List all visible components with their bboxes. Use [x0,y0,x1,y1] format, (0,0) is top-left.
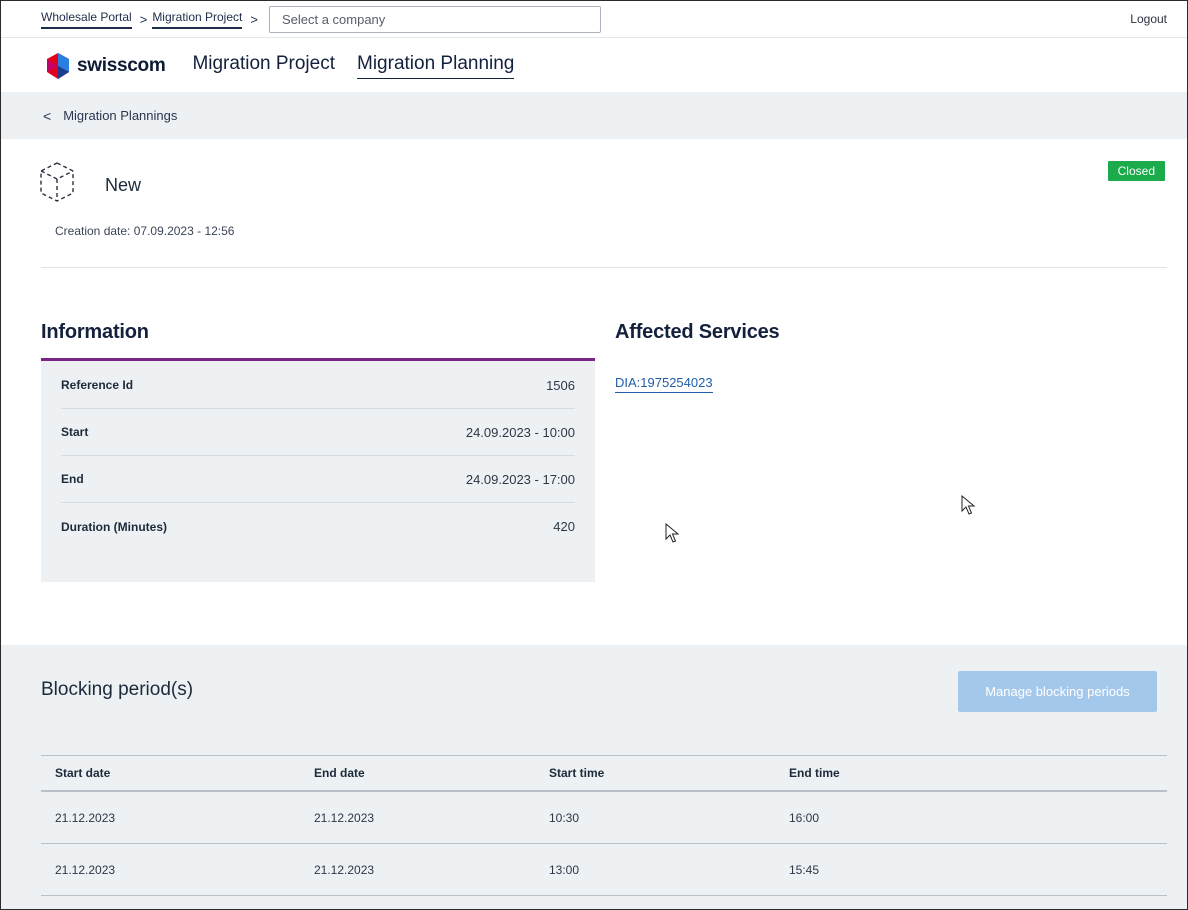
affected-service-link[interactable]: DIA:1975254023 [615,375,713,393]
information-heading: Information [41,321,149,343]
page-title: New [105,175,142,195]
back-band: < Migration Plannings [1,92,1187,139]
cell-end-time: 15:45 [789,862,820,877]
status-badge: Closed [1107,161,1165,181]
affected-services-heading: Affected Services [615,321,780,343]
chevron-left-icon[interactable]: < [43,108,51,124]
cell-start-date: 21.12.2023 [55,862,116,877]
info-row-duration: Duration (Minutes) 420 [61,503,575,550]
brand-logo-text[interactable]: swisscom [77,55,166,77]
table-row: 21.12.2023 21.12.2023 13:00 15:45 [41,844,1167,896]
info-row-start: Start 24.09.2023 - 10:00 [61,409,575,456]
info-value: 24.09.2023 - 17:00 [465,471,575,487]
brand-bar: swisscom Migration Project Migration Pla… [1,39,1187,92]
table-header-row: Start date End date Start time End time [41,755,1167,792]
column-header-start-date[interactable]: Start date [41,766,300,780]
swisscom-logo-icon [47,52,69,79]
cell-start-time: 13:00 [549,862,580,877]
logout-link[interactable]: Logout [1130,12,1167,26]
info-label: Start [61,425,89,439]
top-bar: Wholesale Portal > Migration Project > S… [1,1,1187,38]
nav-migration-project[interactable]: Migration Project [192,53,335,78]
breadcrumb-separator: > [139,11,148,27]
blocking-periods-section: Blocking period(s) Manage blocking perio… [1,645,1187,909]
header-divider [41,267,1167,268]
mouse-cursor-icon [961,495,976,515]
info-label: Reference Id [61,378,134,392]
info-label: End [61,472,84,486]
cell-end-time: 16:00 [789,810,820,825]
mouse-cursor-icon [665,523,680,543]
column-header-start-time[interactable]: Start time [535,766,775,780]
cell-start-date: 21.12.2023 [55,810,116,825]
table-row: 21.12.2023 21.12.2023 10:30 16:00 [41,792,1167,844]
breadcrumb-migration-project[interactable]: Migration Project [152,10,243,29]
manage-blocking-periods-button[interactable]: Manage blocking periods [958,671,1157,712]
information-panel: Reference Id 1506 Start 24.09.2023 - 10:… [41,358,595,582]
creation-date: Creation date: 07.09.2023 - 12:56 [55,224,235,238]
breadcrumb-separator: > [250,11,258,27]
cell-end-date: 21.12.2023 [314,862,375,877]
blocking-periods-heading: Blocking period(s) [41,679,194,700]
info-value: 24.09.2023 - 10:00 [465,424,575,440]
nav-migration-planning[interactable]: Migration Planning [357,53,515,79]
info-row-reference-id: Reference Id 1506 [61,362,575,409]
info-label: Duration (Minutes) [61,519,167,534]
column-header-end-time[interactable]: End time [775,766,1167,780]
info-row-end: End 24.09.2023 - 17:00 [61,456,575,503]
breadcrumb-wholesale-portal[interactable]: Wholesale Portal [41,10,132,29]
app-window: Wholesale Portal > Migration Project > S… [0,0,1188,910]
column-header-end-date[interactable]: End date [300,766,535,780]
back-link-migration-plannings[interactable]: Migration Plannings [63,108,177,123]
cube-icon [40,162,74,202]
cell-end-date: 21.12.2023 [314,810,375,825]
info-value: 420 [553,519,575,534]
company-select[interactable]: Select a company [268,5,601,33]
info-value: 1506 [546,377,575,393]
cell-start-time: 10:30 [549,810,580,825]
blocking-periods-table: Start date End date Start time End time … [41,755,1167,896]
